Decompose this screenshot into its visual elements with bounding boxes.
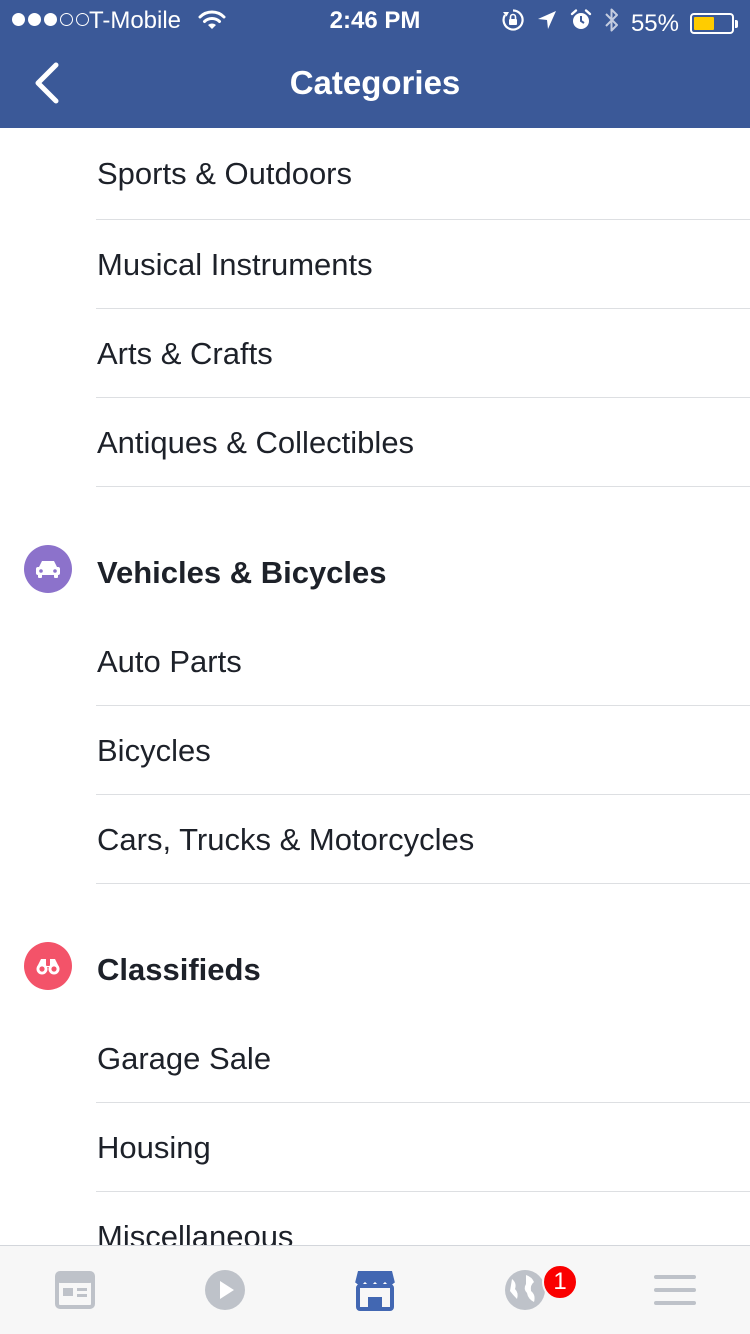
- news-feed-icon: [55, 1271, 95, 1309]
- battery-level: [694, 17, 714, 30]
- list-item-label: Garage Sale: [97, 1040, 272, 1076]
- tab-bar: [0, 1245, 750, 1334]
- navigation-bar: Categories: [0, 40, 750, 128]
- battery-icon: [690, 13, 738, 34]
- video-play-icon: [205, 1270, 245, 1310]
- list-item-label: Musical Instruments: [97, 246, 373, 282]
- menu-icon: [654, 1275, 696, 1305]
- list-item-label: Housing: [97, 1129, 211, 1165]
- list-item-label: Sports & Outdoors: [97, 156, 353, 191]
- list-item-antiques-collectibles[interactable]: Antiques & Collectibles: [0, 398, 750, 487]
- list-item-label: Antiques & Collectibles: [97, 424, 415, 460]
- marketplace-store-icon: [354, 1271, 396, 1311]
- list-item-label: Auto Parts: [97, 643, 242, 679]
- status-right-group: 55%: [501, 7, 738, 40]
- section-header-vehicles-bicycles[interactable]: Vehicles & Bicycles: [0, 487, 750, 617]
- top-bar: T-Mobile 2:46 PM 55% Categories: [0, 0, 750, 128]
- list-item-arts-crafts[interactable]: Arts & Crafts: [0, 309, 750, 398]
- list-item-label: Bicycles: [97, 732, 211, 768]
- category-list: Sports & Outdoors Musical Instruments Ar…: [0, 128, 750, 1281]
- tab-marketplace[interactable]: [300, 1246, 450, 1334]
- notification-badge: 1: [542, 1264, 578, 1300]
- battery-percent: 55%: [630, 9, 679, 37]
- section-title: Classifieds: [97, 952, 261, 987]
- tab-menu[interactable]: [600, 1246, 750, 1334]
- list-item-garage-sale[interactable]: Garage Sale: [0, 1014, 750, 1103]
- status-bar: T-Mobile 2:46 PM 55%: [0, 0, 750, 40]
- section-header-classifieds[interactable]: Classifieds: [0, 884, 750, 1014]
- list-item-label: Cars, Trucks & Motorcycles: [97, 821, 475, 857]
- location-arrow-icon: [536, 9, 558, 38]
- list-item-cars-trucks-motorcycles[interactable]: Cars, Trucks & Motorcycles: [0, 795, 750, 884]
- list-item-auto-parts[interactable]: Auto Parts: [0, 617, 750, 706]
- bluetooth-icon: [604, 7, 620, 40]
- tab-video[interactable]: [150, 1246, 300, 1334]
- list-item-sports-outdoors[interactable]: Sports & Outdoors: [0, 128, 750, 220]
- list-item-label: Arts & Crafts: [97, 335, 273, 371]
- page-title: Categories: [289, 64, 461, 101]
- tab-news-feed[interactable]: [0, 1246, 150, 1334]
- section-title: Vehicles & Bicycles: [97, 555, 387, 590]
- tab-notifications[interactable]: [450, 1246, 600, 1334]
- notifications-globe-icon: [505, 1270, 545, 1310]
- list-item-bicycles[interactable]: Bicycles: [0, 706, 750, 795]
- binoculars-icon: [24, 942, 72, 990]
- car-icon: [24, 545, 72, 593]
- list-item-housing[interactable]: Housing: [0, 1103, 750, 1192]
- alarm-icon: [569, 8, 593, 39]
- rotation-lock-icon: [501, 8, 525, 39]
- list-item-musical-instruments[interactable]: Musical Instruments: [0, 220, 750, 309]
